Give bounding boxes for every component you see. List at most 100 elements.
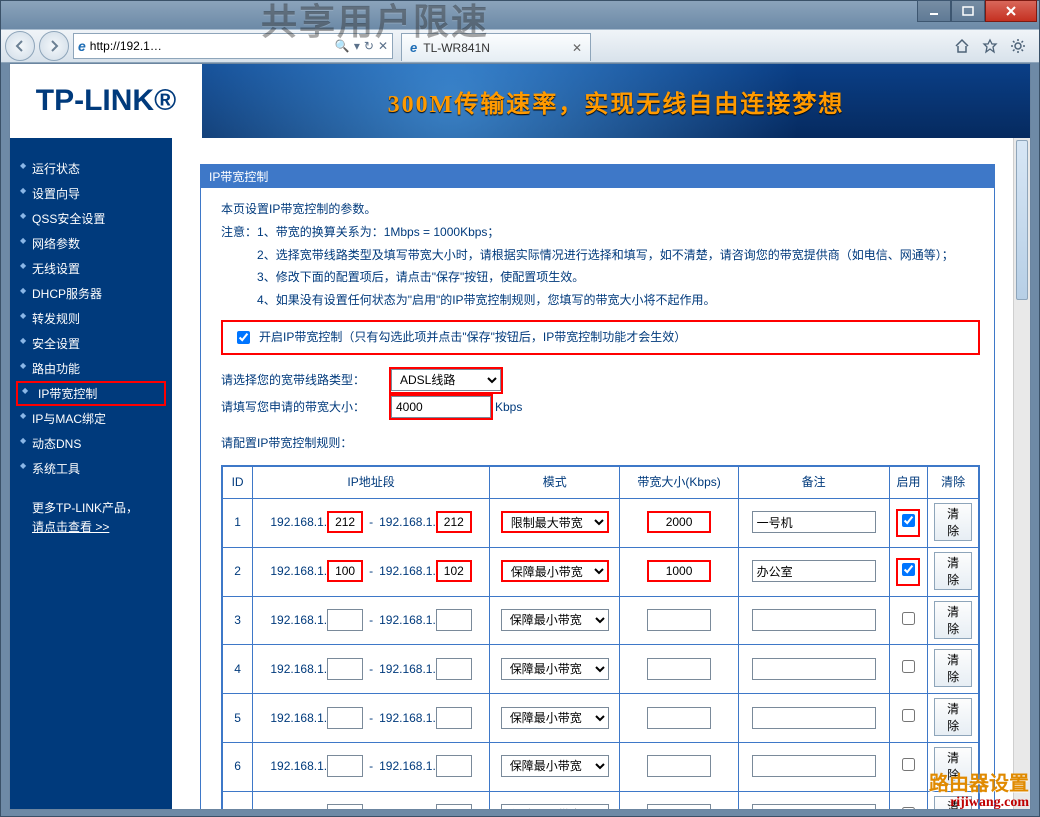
rule-mode: 保障最小带宽 <box>490 694 620 743</box>
ip-from-input[interactable] <box>327 707 363 729</box>
rule-note <box>738 596 889 645</box>
address-dropdown-icon[interactable]: ▾ <box>354 39 360 53</box>
mode-select[interactable]: 保障最小带宽 <box>501 804 609 809</box>
note-input[interactable] <box>752 560 876 582</box>
sidebar-item-12[interactable]: 系统工具 <box>10 456 172 481</box>
clear-button[interactable]: 清除 <box>934 698 972 736</box>
mode-select[interactable]: 保障最小带宽 <box>501 658 609 680</box>
window-close-button[interactable] <box>985 0 1037 22</box>
sidebar-more: 更多TP-LINK产品，请点击查看 >> <box>32 499 162 537</box>
vertical-scrollbar[interactable] <box>1013 138 1030 809</box>
ip-from-input[interactable] <box>327 609 363 631</box>
ip-to-input[interactable] <box>436 707 472 729</box>
window-maximize-button[interactable] <box>951 0 985 22</box>
note-input[interactable] <box>752 658 876 680</box>
home-icon[interactable] <box>951 35 973 57</box>
mode-select[interactable]: 保障最小带宽 <box>501 707 609 729</box>
tools-gear-icon[interactable] <box>1007 35 1029 57</box>
note-input[interactable] <box>752 804 876 809</box>
line-type-select[interactable]: ADSL线路 <box>391 369 501 391</box>
enable-checkbox[interactable] <box>902 660 915 673</box>
tab-close-icon[interactable]: ✕ <box>572 41 582 55</box>
panel-body: 本页设置IP带宽控制的参数。 注意： 1、带宽的换算关系为：1Mbps = 10… <box>201 188 994 809</box>
enable-checkbox[interactable] <box>902 563 915 576</box>
rule-id: 4 <box>223 645 253 694</box>
address-bar[interactable]: e http://192.1… 🔍 ▾ ↻ ✕ <box>73 33 393 59</box>
note-input[interactable] <box>752 609 876 631</box>
sidebar-item-2[interactable]: QSS安全设置 <box>10 206 172 231</box>
bw-input[interactable] <box>647 609 711 631</box>
sidebar-item-1[interactable]: 设置向导 <box>10 181 172 206</box>
ip-to-input[interactable] <box>436 804 472 809</box>
sidebar-item-0[interactable]: 运行状态 <box>10 156 172 181</box>
note-input[interactable] <box>752 755 876 777</box>
bw-input[interactable] <box>647 511 711 533</box>
mode-select[interactable]: 限制最大带宽 <box>501 511 609 533</box>
mode-select[interactable]: 保障最小带宽 <box>501 609 609 631</box>
bw-input[interactable] <box>647 658 711 680</box>
rule-id: 6 <box>223 742 253 791</box>
sidebar-item-4[interactable]: 无线设置 <box>10 256 172 281</box>
rule-mode: 保障最小带宽 <box>490 547 620 596</box>
sidebar-item-11[interactable]: 动态DNS <box>10 431 172 456</box>
refresh-icon[interactable]: ↻ <box>364 39 374 53</box>
note-input[interactable] <box>752 707 876 729</box>
scrollbar-thumb[interactable] <box>1016 140 1028 300</box>
bandwidth-input[interactable] <box>391 396 491 418</box>
bw-input[interactable] <box>647 755 711 777</box>
sidebar-item-9[interactable]: IP带宽控制 <box>16 381 166 406</box>
favorites-icon[interactable] <box>979 35 1001 57</box>
mode-select[interactable]: 保障最小带宽 <box>501 755 609 777</box>
enable-checkbox[interactable] <box>902 514 915 527</box>
clear-button[interactable]: 清除 <box>934 503 972 541</box>
rule-bw <box>620 596 738 645</box>
rule-note <box>738 791 889 809</box>
ip-to-input[interactable] <box>436 511 472 533</box>
clear-button[interactable]: 清除 <box>934 601 972 639</box>
rule-id: 1 <box>223 498 253 547</box>
enable-checkbox[interactable] <box>902 758 915 771</box>
ip-from-input[interactable] <box>327 560 363 582</box>
note-line-1: 1、带宽的换算关系为：1Mbps = 1000Kbps； <box>257 221 980 244</box>
clear-button[interactable]: 清除 <box>934 552 972 590</box>
sidebar: 运行状态设置向导QSS安全设置网络参数无线设置DHCP服务器转发规则安全设置路由… <box>10 138 172 809</box>
rule-note <box>738 547 889 596</box>
search-icon[interactable]: 🔍 <box>335 39 350 53</box>
sidebar-item-10[interactable]: IP与MAC绑定 <box>10 406 172 431</box>
back-button[interactable] <box>5 31 35 61</box>
ip-to-input[interactable] <box>436 658 472 680</box>
rule-id: 2 <box>223 547 253 596</box>
rule-ip-range: 192.168.1.-192.168.1. <box>253 547 490 596</box>
bw-input[interactable] <box>647 560 711 582</box>
ip-to-input[interactable] <box>436 609 472 631</box>
enable-checkbox[interactable] <box>237 331 250 344</box>
clear-button[interactable]: 清除 <box>934 649 972 687</box>
sidebar-item-7[interactable]: 安全设置 <box>10 331 172 356</box>
col-id: ID <box>223 467 253 499</box>
ip-from-input[interactable] <box>327 658 363 680</box>
window-minimize-button[interactable] <box>917 0 951 22</box>
stop-icon[interactable]: ✕ <box>378 39 388 53</box>
ip-to-input[interactable] <box>436 560 472 582</box>
mode-select[interactable]: 保障最小带宽 <box>501 560 609 582</box>
sidebar-item-3[interactable]: 网络参数 <box>10 231 172 256</box>
tab-tlwr841n[interactable]: e TL-WR841N ✕ <box>401 33 591 61</box>
sidebar-item-8[interactable]: 路由功能 <box>10 356 172 381</box>
sidebar-more-link[interactable]: 请点击查看 >> <box>32 520 109 534</box>
forward-button[interactable] <box>39 31 69 61</box>
ip-from-input[interactable] <box>327 804 363 809</box>
arrow-right-icon <box>47 39 61 53</box>
enable-checkbox[interactable] <box>902 709 915 722</box>
sidebar-item-6[interactable]: 转发规则 <box>10 306 172 331</box>
enable-checkbox[interactable] <box>902 612 915 625</box>
rule-id: 3 <box>223 596 253 645</box>
note-input[interactable] <box>752 511 876 533</box>
ip-from-input[interactable] <box>327 511 363 533</box>
sidebar-item-5[interactable]: DHCP服务器 <box>10 281 172 306</box>
ip-to-input[interactable] <box>436 755 472 777</box>
bw-input[interactable] <box>647 707 711 729</box>
enable-checkbox[interactable] <box>902 807 915 809</box>
bw-input[interactable] <box>647 804 711 809</box>
ip-from-input[interactable] <box>327 755 363 777</box>
rule-row-2: 2192.168.1.-192.168.1. 保障最小带宽 清除 <box>223 547 979 596</box>
